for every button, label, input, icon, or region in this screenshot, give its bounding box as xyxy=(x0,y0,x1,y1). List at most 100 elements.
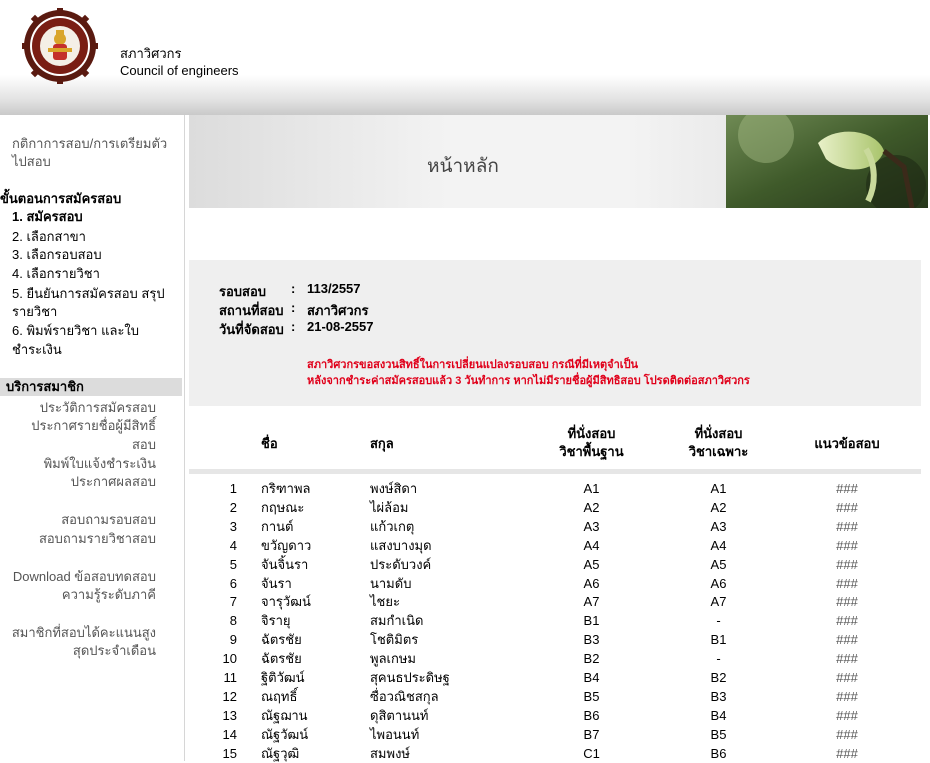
first-name: ณัฐวัฒน์ xyxy=(261,726,309,742)
page-banner: หน้าหลัก xyxy=(189,115,928,208)
row-number: 6 xyxy=(229,575,237,591)
member-link-download-exam[interactable]: Download ข้อสอบทดสอบ xyxy=(13,568,156,586)
seat-specific: A3 xyxy=(710,518,727,534)
step-4-choose-subject[interactable]: 4. เลือกรายวิชา xyxy=(12,265,100,283)
date-colon: : xyxy=(291,319,296,334)
first-name: จันจิ้นรา xyxy=(261,556,309,572)
round-value: 113/2557 xyxy=(307,281,361,296)
round-label: รอบสอบ xyxy=(219,284,267,299)
exam-guide-link[interactable]: ### xyxy=(805,630,889,649)
member-link-print-invoice[interactable]: พิมพ์ใบแจ้งชำระเงิน xyxy=(44,455,156,473)
exam-guide-link[interactable]: ### xyxy=(805,536,889,555)
table-row: 5 จันจิ้นรา ประดับวงค์ A5 A5 ### xyxy=(189,555,921,574)
seat-basic: B6 xyxy=(583,707,600,723)
exam-guide-link[interactable]: ### xyxy=(805,687,889,706)
table-header: ชื่อ สกุล ที่นั่งสอบ วิชาพื้นฐาน ที่นั่ง… xyxy=(189,407,921,474)
exam-guide-link[interactable]: ### xyxy=(805,725,889,744)
col-last-name: สกุล xyxy=(370,436,394,451)
seat-basic: B7 xyxy=(583,726,600,742)
member-link-top-scorers[interactable]: สมาชิกที่สอบได้คะแนนสูง xyxy=(12,624,156,642)
step-5-confirm-line2[interactable]: รายวิชา xyxy=(12,303,57,321)
member-link-top-scorers-line2[interactable]: สุดประจำเดือน xyxy=(73,642,156,660)
venue-colon: : xyxy=(291,300,296,315)
page-header: สภาวิศวกร Council of engineers xyxy=(0,0,930,115)
member-link-query-subject[interactable]: สอบถามรายวิชาสอบ xyxy=(39,530,156,548)
step-5-confirm[interactable]: 5. ยืนยันการสมัครสอบ สรุป xyxy=(12,285,165,303)
member-link-apply-history[interactable]: ประวัติการสมัครสอบ xyxy=(40,399,156,417)
seat-basic: A5 xyxy=(583,556,600,572)
org-name-thai: สภาวิศวกร xyxy=(120,46,182,61)
member-link-query-round[interactable]: สอบถามรอบสอบ xyxy=(61,511,156,529)
row-number: 13 xyxy=(222,707,237,723)
seat-basic: B5 xyxy=(583,688,600,704)
first-name: กานต์ xyxy=(261,518,294,534)
member-link-download-exam-line2[interactable]: ความรู้ระดับภาคี xyxy=(62,586,156,604)
seat-basic: C1 xyxy=(583,745,600,761)
first-name: ขวัญดาว xyxy=(261,537,312,553)
leaf-photo-icon xyxy=(726,115,928,208)
step-6-print[interactable]: 6. พิมพ์รายวิชา และใบ xyxy=(12,322,139,340)
exam-guide-link[interactable]: ### xyxy=(805,706,889,725)
last-name: ไผ่ล้อม xyxy=(370,499,409,515)
table-row: 12 ณฤทธิ์ ซื่อวณิชสกุล B5 B3 ### xyxy=(189,687,921,706)
first-name: จิรายุ xyxy=(261,613,291,629)
first-name: กริฑาพล xyxy=(261,481,311,496)
last-name: ประดับวงค์ xyxy=(370,556,432,572)
seat-specific: B1 xyxy=(710,632,727,648)
last-name: นามดับ xyxy=(370,575,412,591)
seat-specific: A7 xyxy=(710,594,727,610)
row-number: 1 xyxy=(229,481,237,496)
sidebar-link-exam-rules-line1: กติกาการสอบ/การเตรียมตัว xyxy=(12,136,168,151)
seat-basic: A2 xyxy=(583,499,600,515)
exam-guide-link[interactable]: ### xyxy=(805,479,889,498)
member-link-exam-results[interactable]: ประกาศผลสอบ xyxy=(71,473,156,491)
exam-guide-link[interactable]: ### xyxy=(805,555,889,574)
venue-label: สถานที่สอบ xyxy=(219,303,284,318)
seat-specific: A2 xyxy=(710,499,727,515)
member-link-eligible-list-line2[interactable]: สอบ xyxy=(132,436,156,454)
exam-guide-link[interactable]: ### xyxy=(805,574,889,593)
row-number: 7 xyxy=(229,594,237,610)
first-name: ณัฐฌาน xyxy=(261,707,308,723)
table-row: 2 กฤษณะ ไผ่ล้อม A2 A2 ### xyxy=(189,498,921,517)
venue-value: สภาวิศวกร xyxy=(307,303,369,318)
exam-guide-link[interactable]: ### xyxy=(805,744,889,763)
table-row: 11 ฐิติวัฒน์ สุคนธประดิษฐ B4 B2 ### xyxy=(189,668,921,687)
step-6-print-line2[interactable]: ชำระเงิน xyxy=(12,341,62,359)
last-name: สุคนธประดิษฐ xyxy=(370,670,450,685)
date-label: วันที่จัดสอบ xyxy=(219,322,284,337)
exam-info-box: รอบสอบ : 113/2557 สถานที่สอบ : สภาวิศวกร… xyxy=(189,260,921,406)
member-link-eligible-list[interactable]: ประกาศรายชื่อผู้มีสิทธิ์ xyxy=(31,417,156,435)
row-number: 10 xyxy=(222,651,237,667)
step-1-apply[interactable]: 1. สมัครสอบ xyxy=(12,208,83,226)
exam-guide-link[interactable]: ### xyxy=(805,649,889,668)
exam-guide-link[interactable]: ### xyxy=(805,517,889,536)
first-name: ฐิติวัฒน์ xyxy=(261,670,305,685)
sidebar-link-exam-rules[interactable]: กติกาการสอบ/การเตรียมตัว ไปสอบ xyxy=(12,135,167,171)
council-logo-icon[interactable] xyxy=(22,8,98,84)
col-first-name: ชื่อ xyxy=(261,436,278,451)
step-3-choose-round[interactable]: 3. เลือกรอบสอบ xyxy=(12,246,102,264)
row-number: 8 xyxy=(229,613,237,629)
exam-guide-link[interactable]: ### xyxy=(805,498,889,517)
row-number: 11 xyxy=(223,670,238,685)
exam-guide-link[interactable]: ### xyxy=(805,611,889,630)
first-name: ณฤทธิ์ xyxy=(261,688,298,704)
seat-basic: B1 xyxy=(583,613,600,629)
seat-basic: B4 xyxy=(583,670,600,685)
col-seat-specific-line2: วิชาเฉพาะ xyxy=(688,444,749,459)
row-number: 14 xyxy=(222,726,237,742)
row-number: 15 xyxy=(222,745,237,761)
steps-section-title: ขั้นตอนการสมัครสอบ xyxy=(0,191,122,206)
seat-specific: A5 xyxy=(710,556,727,572)
step-2-choose-branch[interactable]: 2. เลือกสาขา xyxy=(12,228,86,246)
exam-guide-link[interactable]: ### xyxy=(805,592,889,611)
last-name: โชติมิตร xyxy=(370,632,419,648)
org-name-english: Council of engineers xyxy=(120,63,239,78)
round-colon: : xyxy=(291,281,296,296)
exam-guide-link[interactable]: ### xyxy=(805,668,889,687)
seat-basic: B3 xyxy=(583,632,600,648)
last-name: ดุสิตานนท์ xyxy=(370,707,429,723)
seat-specific: - xyxy=(716,651,721,667)
seat-basic: A4 xyxy=(583,537,600,553)
